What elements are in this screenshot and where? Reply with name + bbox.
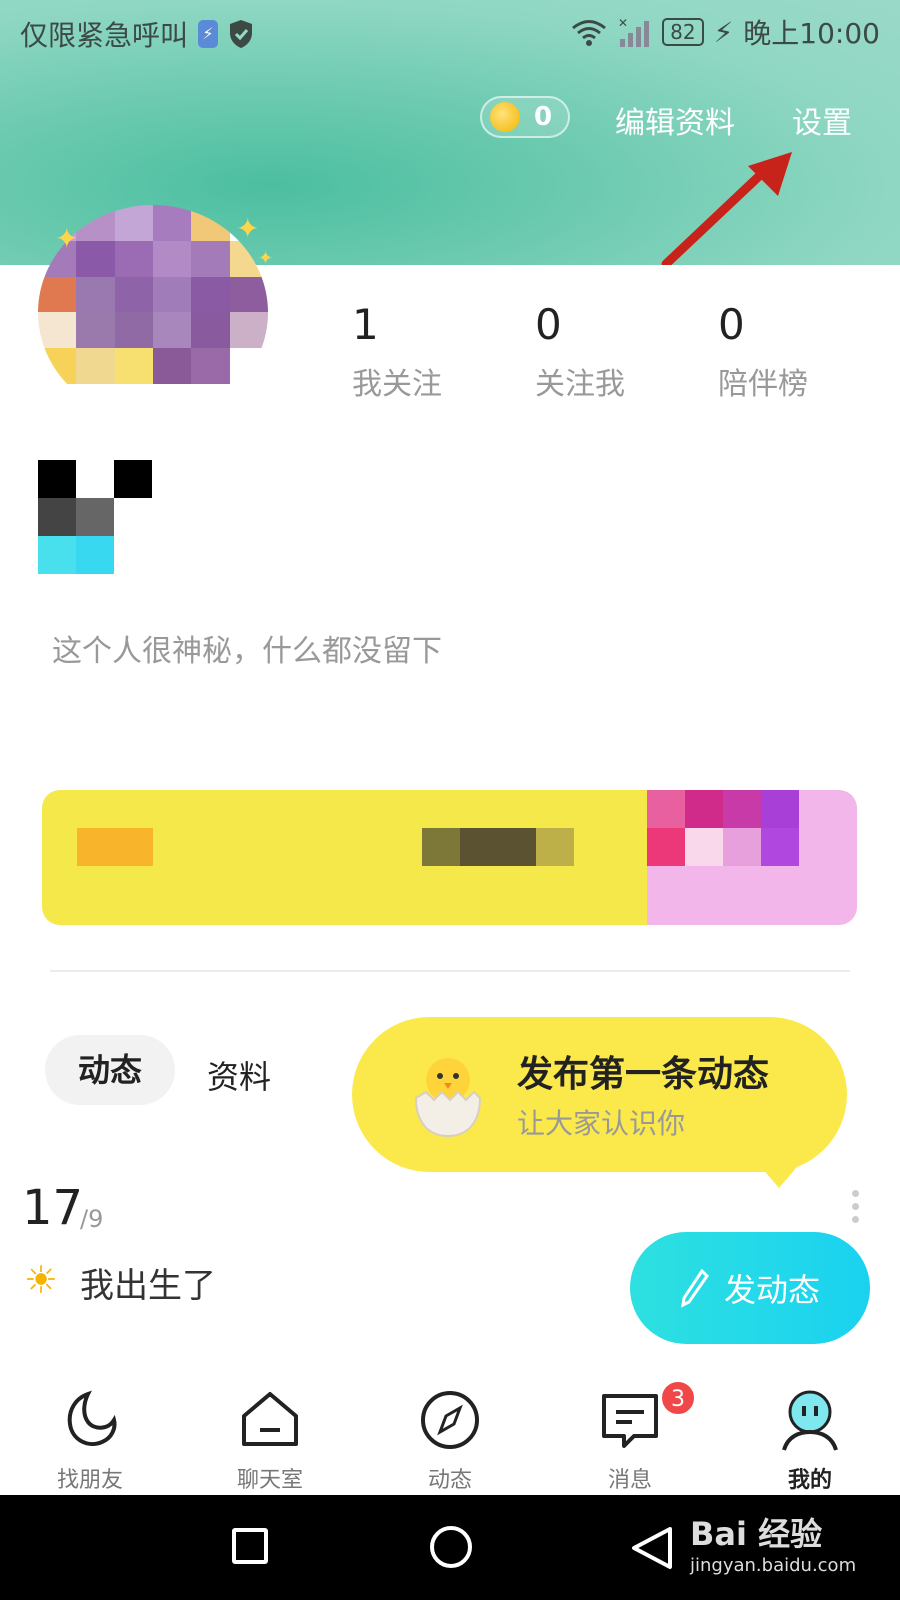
nav-me[interactable]: 我的 [720,1370,900,1495]
charging-bolt-icon: ⚡ [713,15,734,49]
nav-label-find-friends: 找朋友 [56,1468,123,1493]
stat-followers-label: 关注我 [535,367,625,402]
message-icon [602,1394,658,1448]
nav-label-me: 我的 [787,1468,832,1493]
status-bar: 仅限紧急呼叫 ⚡ ✕ 82 ⚡ 晚上10:00 [0,0,900,62]
coin-icon [490,102,520,132]
message-badge: 3 [660,1380,696,1416]
pixelated-username [38,460,152,574]
stat-following-count: 1 [352,300,379,349]
edit-profile-button[interactable]: 编辑资料 [615,98,735,142]
bubble-tail [755,1160,803,1188]
watermark-main: Bai 经验 [690,1515,823,1553]
nav-label-chatroom: 聊天室 [236,1468,303,1493]
stat-companion-label: 陪伴榜 [718,367,808,402]
profile-bio: 这个人很神秘，什么都没留下 [52,634,442,669]
stat-companion-rank[interactable]: 0 陪伴榜 [718,300,858,403]
nav-find-friends[interactable]: 找朋友 [0,1370,180,1495]
hatching-chick-icon [414,1058,482,1138]
watermark-sub: jingyan.baidu.com [690,1555,857,1576]
red-arrow-annotation [661,152,792,269]
prompt-title: 发布第一条动态 [517,1054,770,1095]
sparkle-icon: ✦ [236,212,260,245]
settings-button[interactable]: 设置 [792,98,852,142]
stat-followers[interactable]: 0 关注我 [535,300,675,403]
stat-following-label: 我关注 [352,367,442,402]
wifi-icon [572,20,607,46]
moon-icon [67,1390,117,1446]
timeline-entry: 我出生了 [80,1266,216,1306]
stat-followers-count: 0 [535,300,562,349]
timeline-month: /9 [80,1205,104,1233]
stat-following[interactable]: 1 我关注 [352,300,492,403]
sun-icon: ☀ [24,1258,59,1302]
battery-icon: 82 [662,18,704,46]
coin-balance[interactable]: 0 [480,96,570,138]
clock: 晚上10:00 [743,17,880,50]
svg-text:✕: ✕ [618,17,628,30]
home-icon[interactable] [430,1526,472,1568]
pencil-icon [681,1268,709,1308]
nav-moments[interactable]: 动态 [360,1370,540,1495]
post-moment-button[interactable]: 发动态 [630,1232,870,1344]
charging-icon: ⚡ [198,20,219,48]
timeline-day: 17 [22,1180,84,1236]
tab-moments[interactable]: 动态 [45,1035,175,1105]
coin-count: 0 [534,102,553,132]
section-divider [50,970,850,972]
system-navigation-bar: Bai 经验 jingyan.baidu.com [0,1495,900,1600]
carrier-text: 仅限紧急呼叫 [20,19,189,52]
nav-label-moments: 动态 [427,1468,472,1493]
sparkle-icon: ✦ [258,248,274,269]
post-button-label: 发动态 [723,1271,820,1309]
tab-profile-info[interactable]: 资料 [207,1052,271,1098]
back-icon[interactable] [630,1525,674,1571]
shield-icon [230,20,253,48]
compass-icon [421,1391,479,1449]
pixelated-banner[interactable] [42,790,857,925]
nav-label-messages: 消息 [607,1468,652,1493]
sparkle-icon: ✦ [55,222,79,255]
signal-icon: ✕ [618,17,650,47]
house-icon [242,1392,298,1446]
more-options-icon[interactable] [852,1190,859,1223]
bottom-navigation: 找朋友 聊天室 动态 消息 我的 [0,1370,900,1495]
recent-apps-icon[interactable] [232,1528,268,1564]
profile-icon [782,1390,838,1451]
prompt-subtitle: 让大家认识你 [517,1107,686,1140]
nav-chatroom[interactable]: 聊天室 [180,1370,360,1495]
baidu-watermark: Bai 经验 jingyan.baidu.com [690,1509,856,1576]
stat-companion-count: 0 [718,300,745,349]
